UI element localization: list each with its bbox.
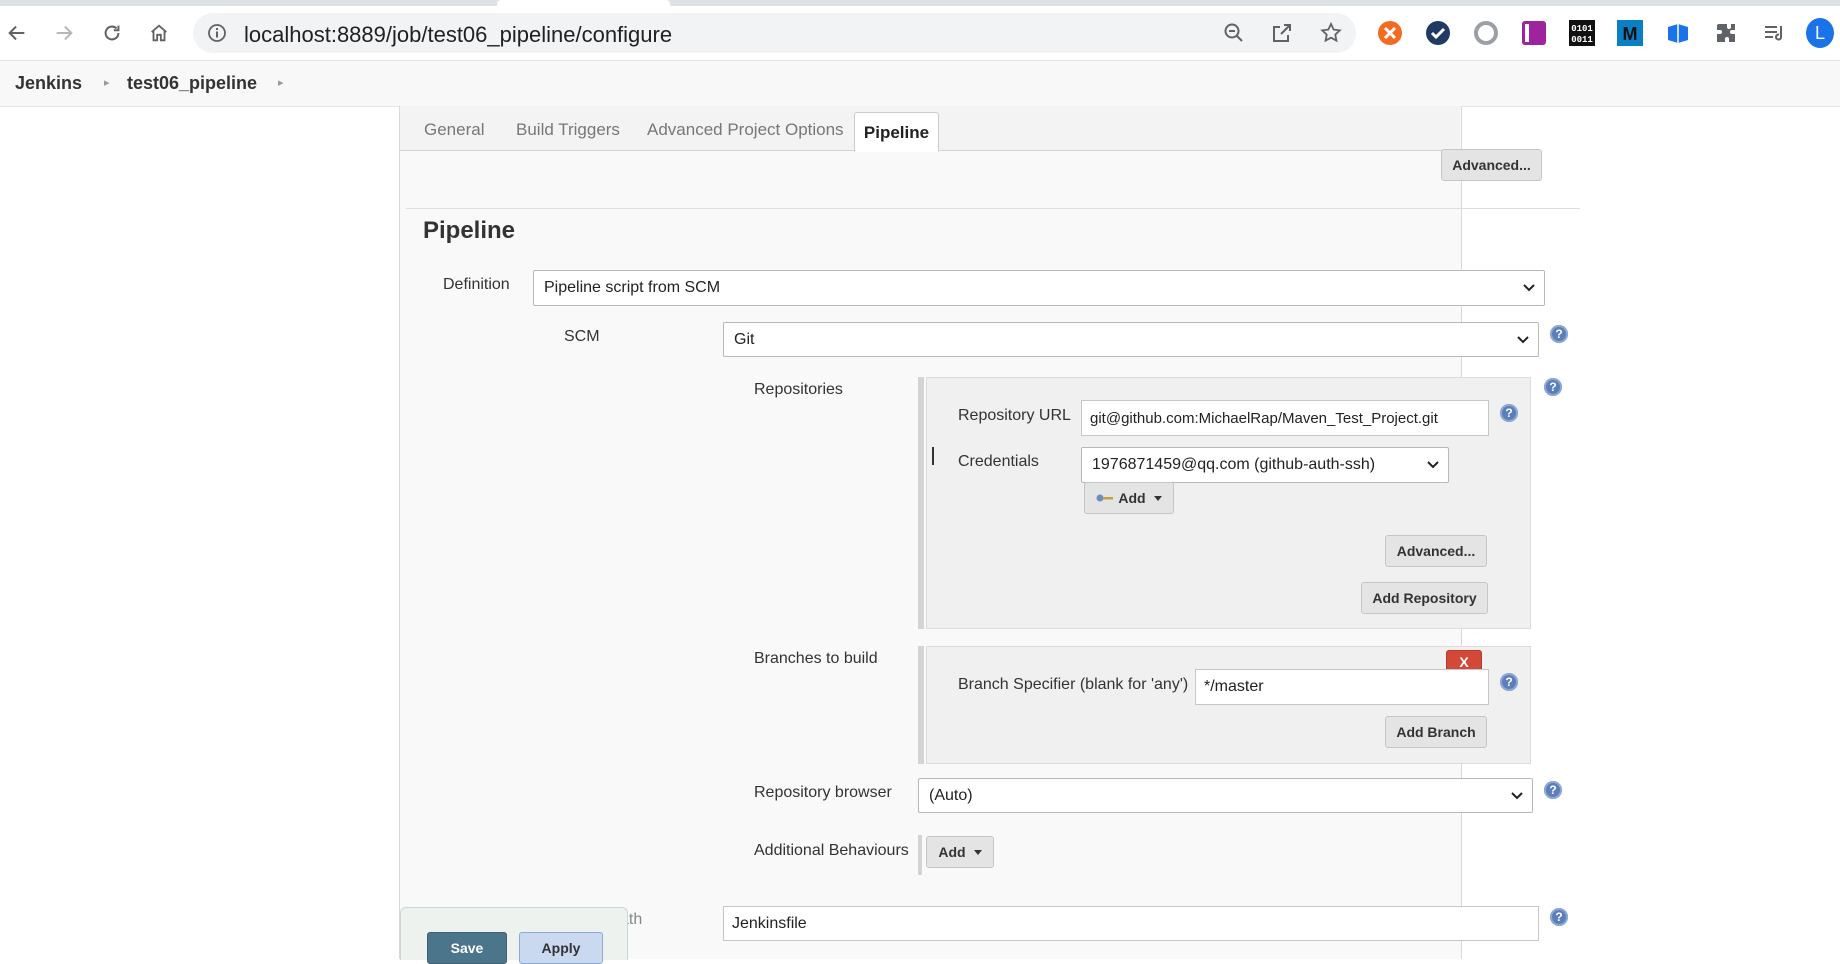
credentials-label: Credentials xyxy=(958,453,1039,470)
scm-select[interactable]: Git xyxy=(723,322,1539,357)
svg-text:0101: 0101 xyxy=(1571,24,1593,34)
help-icon[interactable]: ? xyxy=(1550,325,1568,343)
add-behaviour-button[interactable]: Add xyxy=(926,836,994,868)
reload-icon[interactable] xyxy=(95,16,129,50)
url-text[interactable]: localhost:8889/job/test06_pipeline/confi… xyxy=(244,22,672,48)
section-heading-pipeline: Pipeline xyxy=(423,217,516,244)
profile-avatar[interactable]: L xyxy=(1806,18,1834,48)
add-credentials-button[interactable]: Add xyxy=(1084,482,1174,514)
repo-browser-label: Repository browser xyxy=(754,784,892,801)
repo-url-label: Repository URL xyxy=(958,407,1071,424)
extension-m-icon[interactable]: M xyxy=(1616,19,1644,47)
add-repository-button[interactable]: Add Repository xyxy=(1361,582,1488,614)
svg-text:0011: 0011 xyxy=(1571,35,1593,45)
forward-icon[interactable] xyxy=(47,16,81,50)
extensions-icon[interactable] xyxy=(1712,19,1740,47)
breadcrumb-job[interactable]: test06_pipeline xyxy=(127,73,257,94)
tab-pipeline[interactable]: Pipeline xyxy=(854,112,939,152)
repo-browser-value: (Auto) xyxy=(929,786,973,804)
credentials-value: 1976871459@qq.com (github-auth-ssh) xyxy=(1092,456,1376,473)
repo-browser-select[interactable]: (Auto) xyxy=(918,778,1533,813)
definition-select[interactable]: Pipeline script from SCM xyxy=(533,270,1545,306)
breadcrumb-separator-icon[interactable]: ▸ xyxy=(278,76,284,89)
extension-book-icon[interactable] xyxy=(1664,19,1692,47)
help-icon[interactable]: ? xyxy=(1544,781,1562,799)
repositories-label: Repositories xyxy=(754,381,843,398)
breadcrumb-jenkins[interactable]: Jenkins xyxy=(15,73,82,94)
save-button[interactable]: Save xyxy=(427,932,507,964)
repo-url-input[interactable]: git@github.com:MichaelRap/Maven_Test_Pro… xyxy=(1081,400,1489,436)
tab-general[interactable]: General xyxy=(424,120,484,140)
extension-ring-icon[interactable] xyxy=(1472,19,1500,47)
add-behaviour-label: Add xyxy=(938,844,966,860)
extension-binary-icon[interactable]: 0101 0011 xyxy=(1568,19,1596,47)
tab-advanced-project-options[interactable]: Advanced Project Options xyxy=(647,120,844,140)
extension-orange-icon[interactable] xyxy=(1376,19,1404,47)
reading-list-icon[interactable] xyxy=(1760,19,1788,47)
extension-check-icon[interactable] xyxy=(1424,19,1452,47)
definition-value: Pipeline script from SCM xyxy=(544,279,721,296)
branches-bar xyxy=(918,646,924,764)
repo-advanced-button[interactable]: Advanced... xyxy=(1385,535,1487,567)
help-icon[interactable]: ? xyxy=(1544,378,1562,396)
tab-build-triggers[interactable]: Build Triggers xyxy=(516,120,620,140)
definition-label: Definition xyxy=(443,276,510,293)
help-icon[interactable]: ? xyxy=(1550,908,1568,926)
breadcrumb: Jenkins ▸ test06_pipeline ▸ xyxy=(0,61,1840,107)
branch-specifier-label: Branch Specifier (blank for 'any') xyxy=(958,676,1189,693)
additional-behaviours-label: Additional Behaviours xyxy=(754,842,909,859)
help-icon[interactable]: ? xyxy=(1500,404,1518,422)
config-tabs: General Build Triggers Advanced Project … xyxy=(400,106,1460,152)
home-icon[interactable] xyxy=(142,16,176,50)
share-icon[interactable] xyxy=(1270,21,1294,45)
bookmark-star-icon[interactable] xyxy=(1319,21,1343,45)
zoom-icon[interactable] xyxy=(1222,21,1246,45)
key-icon xyxy=(1096,494,1114,502)
repositories-bar xyxy=(918,377,924,629)
chevron-down-icon xyxy=(1523,284,1535,292)
add-credentials-label: Add xyxy=(1118,490,1146,506)
branch-specifier-input[interactable]: */master xyxy=(1195,669,1489,705)
branches-label: Branches to build xyxy=(754,650,878,667)
add-branch-button[interactable]: Add Branch xyxy=(1385,716,1487,748)
script-path-input[interactable]: Jenkinsfile xyxy=(723,906,1539,941)
scm-value: Git xyxy=(734,330,755,348)
bottom-button-bar: Save Apply xyxy=(400,907,628,964)
advanced-button[interactable]: Advanced... xyxy=(1441,149,1542,181)
chevron-down-icon xyxy=(1517,335,1529,343)
apply-button[interactable]: Apply xyxy=(519,932,603,964)
text-cursor xyxy=(932,447,934,465)
chevron-down-icon xyxy=(1427,461,1439,469)
section-divider xyxy=(406,208,1580,209)
back-icon[interactable] xyxy=(0,16,34,50)
site-info-icon[interactable] xyxy=(207,23,227,43)
extension-rp-icon[interactable] xyxy=(1520,19,1548,47)
chevron-down-icon xyxy=(1511,791,1523,799)
svg-text:M: M xyxy=(1623,24,1638,44)
address-bar[interactable]: localhost:8889/job/test06_pipeline/confi… xyxy=(193,13,1356,53)
caret-down-icon xyxy=(973,849,982,855)
help-icon[interactable]: ? xyxy=(1500,673,1518,691)
breadcrumb-separator-icon[interactable]: ▸ xyxy=(104,76,110,89)
additional-behaviours-bar xyxy=(918,835,922,875)
credentials-select[interactable]: 1976871459@qq.com (github-auth-ssh) xyxy=(1081,447,1449,483)
caret-down-icon xyxy=(1153,495,1162,501)
scm-label: SCM xyxy=(564,328,600,345)
browser-toolbar: localhost:8889/job/test06_pipeline/confi… xyxy=(0,6,1840,61)
